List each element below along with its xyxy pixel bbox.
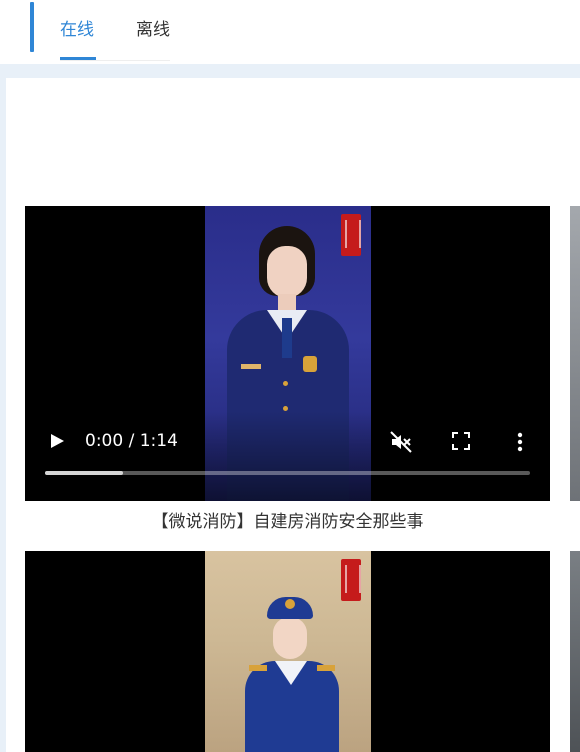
tab-online[interactable]: 在线 <box>60 18 94 42</box>
logo-seal-icon <box>341 214 361 256</box>
more-options-icon[interactable] <box>511 430 529 454</box>
progress-bar[interactable] <box>45 471 530 475</box>
uniform-epaulet <box>317 665 335 671</box>
next-video-peek[interactable] <box>570 551 580 752</box>
video-time: 0:00 / 1:14 <box>85 431 178 451</box>
mute-icon[interactable] <box>389 430 413 454</box>
video-controls <box>25 411 550 501</box>
video-player[interactable] <box>25 551 550 752</box>
video-player[interactable]: 0:00 / 1:14 <box>25 206 550 501</box>
tab-group: 在线 离线 <box>60 0 170 61</box>
cap-badge <box>285 599 295 609</box>
presenter-face <box>273 617 307 659</box>
video-frame <box>205 551 371 752</box>
top-tab-bar: 在线 离线 <box>0 0 580 64</box>
progress-buffer <box>45 471 123 475</box>
uniform-badge <box>303 356 317 372</box>
presenter-face <box>267 246 307 298</box>
video-title[interactable]: 【微说消防】自建房消防安全那些事 <box>25 510 550 534</box>
play-icon[interactable] <box>49 433 65 449</box>
accent-bar <box>30 2 34 52</box>
tab-offline[interactable]: 离线 <box>136 18 170 42</box>
next-video-peek[interactable] <box>570 206 580 501</box>
logo-seal-icon <box>341 559 361 601</box>
uniform-button <box>283 381 288 386</box>
video-list: 0:00 / 1:14 【微说消防】自建房消防安全那些事 <box>6 78 580 752</box>
uniform-epaulet <box>249 665 267 671</box>
fullscreen-icon[interactable] <box>450 430 472 452</box>
active-tab-indicator <box>60 57 96 60</box>
uniform-tie <box>282 318 292 358</box>
uniform-nametag <box>241 364 261 369</box>
